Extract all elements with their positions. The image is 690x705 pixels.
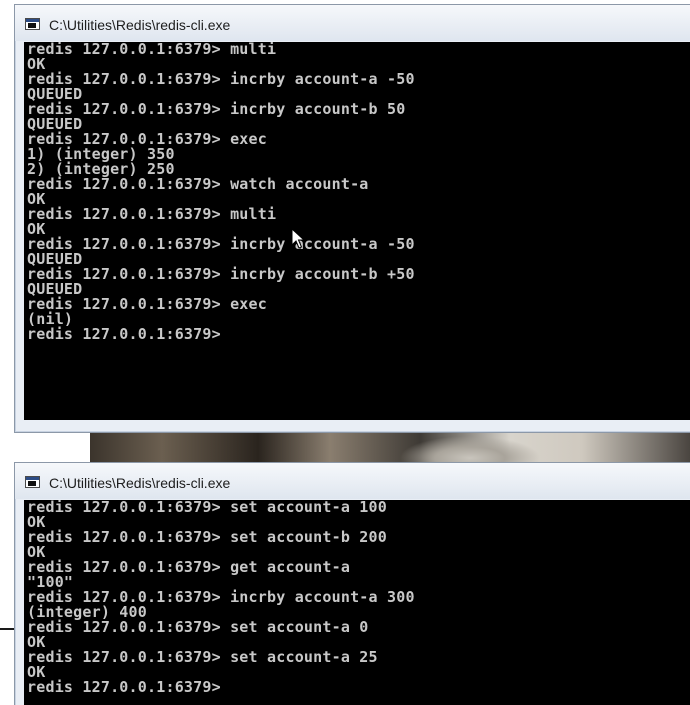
mouse-pointer-icon: [291, 228, 305, 249]
window-titlebar[interactable]: C:\Utilities\Redis\redis-cli.exe: [15, 463, 690, 499]
console-line: redis 127.0.0.1:6379> incrby account-b +…: [27, 265, 415, 283]
console-line: redis 127.0.0.1:6379>: [27, 678, 221, 696]
desktop: C:\Utilities\Redis\redis-cli.exe redis 1…: [0, 0, 690, 705]
console-line: redis 127.0.0.1:6379> incrby account-b 5…: [27, 100, 406, 118]
console-line: redis 127.0.0.1:6379>: [27, 325, 221, 343]
console-line: redis 127.0.0.1:6379> get account-a: [27, 558, 351, 576]
console-window-icon[interactable]: [25, 18, 40, 30]
redis-cli-window-top[interactable]: C:\Utilities\Redis\redis-cli.exe redis 1…: [14, 4, 690, 433]
console-line: redis 127.0.0.1:6379> set account-a 25: [27, 648, 378, 666]
console-line: redis 127.0.0.1:6379> multi: [27, 42, 277, 58]
console-line: redis 127.0.0.1:6379> set account-b 200: [27, 528, 387, 546]
console-line: redis 127.0.0.1:6379> incrby account-a -…: [27, 235, 415, 253]
console-line: redis 127.0.0.1:6379> set account-a 0: [27, 618, 369, 636]
console-line: redis 127.0.0.1:6379> watch account-a: [27, 175, 369, 193]
redis-cli-window-bottom[interactable]: C:\Utilities\Redis\redis-cli.exe redis 1…: [14, 462, 690, 705]
console-output[interactable]: redis 127.0.0.1:6379> set account-a 100 O…: [24, 500, 690, 705]
window-titlebar[interactable]: C:\Utilities\Redis\redis-cli.exe: [15, 5, 690, 41]
console-line: redis 127.0.0.1:6379> exec: [27, 295, 267, 313]
window-title: C:\Utilities\Redis\redis-cli.exe: [49, 475, 231, 491]
console-line: redis 127.0.0.1:6379> incrby account-a -…: [27, 70, 415, 88]
console-line: redis 127.0.0.1:6379> multi: [27, 205, 277, 223]
console-line: redis 127.0.0.1:6379> set account-a 100: [27, 500, 387, 516]
window-title: C:\Utilities\Redis\redis-cli.exe: [49, 17, 231, 33]
console-output[interactable]: redis 127.0.0.1:6379> multi OK redis 127.0…: [24, 42, 690, 420]
console-window-icon[interactable]: [25, 476, 40, 488]
background-photo: [90, 428, 690, 462]
